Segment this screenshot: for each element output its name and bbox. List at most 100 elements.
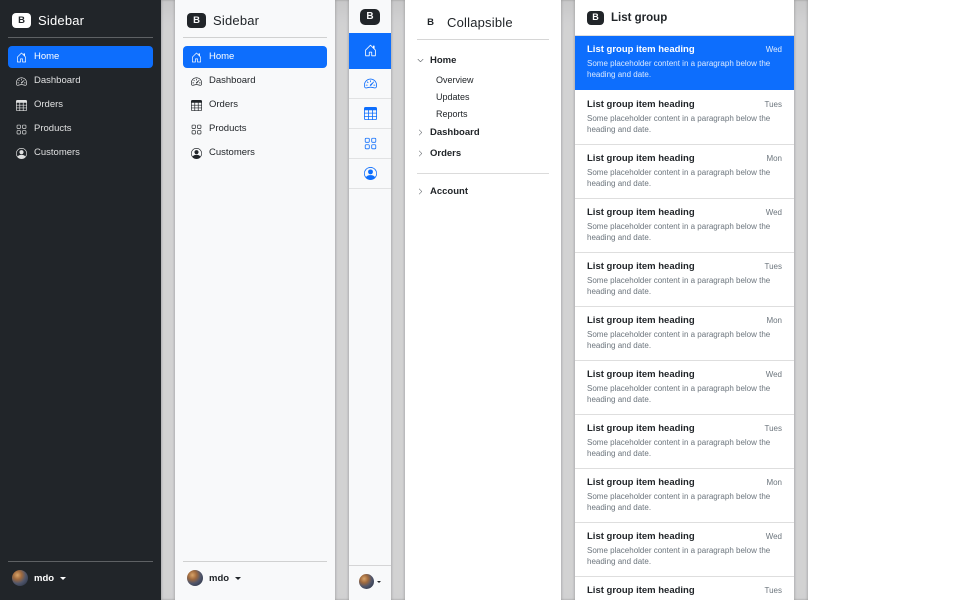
list-item-heading: List group item heading bbox=[587, 207, 695, 218]
list-item-heading: List group item heading bbox=[587, 153, 695, 164]
nav-item-label: Overview bbox=[436, 75, 474, 85]
list-item-day: Mon bbox=[766, 316, 782, 325]
list-group-item[interactable]: List group item heading Wed Some placeho… bbox=[575, 522, 794, 576]
sidebar-icon-item[interactable] bbox=[349, 99, 391, 129]
list-item-heading: List group item heading bbox=[587, 44, 695, 55]
list-item-day: Wed bbox=[766, 208, 782, 217]
brand-link-list-group[interactable]: B List group bbox=[575, 0, 794, 36]
brand-link-collapsible[interactable]: B Collapsible bbox=[417, 12, 549, 39]
list-item-day: Mon bbox=[766, 478, 782, 487]
list-group-item[interactable]: List group item heading Mon Some placeho… bbox=[575, 468, 794, 522]
list-item-day: Wed bbox=[766, 370, 782, 379]
list-item-day: Tues bbox=[765, 100, 783, 109]
nav-item-label: Dashboard bbox=[430, 127, 480, 138]
caret-down-icon bbox=[235, 577, 241, 583]
sidebar-item[interactable]: Home bbox=[183, 46, 327, 68]
sidebar-icon-item[interactable] bbox=[349, 129, 391, 159]
list-group-item[interactable]: List group item heading Tues Some placeh… bbox=[575, 414, 794, 468]
collapsible-nav-item[interactable]: Orders bbox=[417, 143, 549, 164]
speedometer-icon bbox=[191, 76, 202, 87]
list-item-header: List group item heading Wed bbox=[587, 44, 782, 55]
example-divider bbox=[391, 0, 405, 600]
caret-down-icon bbox=[60, 577, 66, 583]
list-item-day: Tues bbox=[765, 262, 783, 271]
list-group-item[interactable]: List group item heading Tues Some placeh… bbox=[575, 90, 794, 144]
bootstrap-logo-icon: B bbox=[12, 13, 31, 28]
example-divider bbox=[161, 0, 175, 600]
sidebar-item-label: Dashboard bbox=[34, 76, 80, 86]
sidebar-icon-item[interactable] bbox=[349, 33, 391, 69]
list-item-body: Some placeholder content in a paragraph … bbox=[587, 58, 779, 80]
list-item-day: Mon bbox=[766, 154, 782, 163]
chevron-right-icon bbox=[417, 188, 424, 195]
list-group-item[interactable]: List group item heading Wed Some placeho… bbox=[575, 36, 794, 90]
sidebar-item-label: Customers bbox=[34, 148, 80, 158]
sidebar-item[interactable]: Home bbox=[8, 46, 153, 68]
nav-item-label: Updates bbox=[436, 92, 470, 102]
person-circle-icon bbox=[16, 148, 27, 159]
bootstrap-sidebars-examples: B Sidebar Home Dashboard Orders Products bbox=[0, 0, 960, 600]
speedometer-icon bbox=[364, 77, 377, 90]
list-item-heading: List group item heading bbox=[587, 369, 695, 380]
sidebar-item-label: Products bbox=[34, 124, 72, 134]
list-item-body: Some placeholder content in a paragraph … bbox=[587, 167, 779, 189]
list-group-item[interactable]: List group item heading Tues Some placeh… bbox=[575, 252, 794, 306]
sidebar-item-label: Orders bbox=[209, 100, 238, 110]
brand-link-dark[interactable]: B Sidebar bbox=[8, 10, 153, 37]
list-group-item[interactable]: List group item heading Tues Some placeh… bbox=[575, 576, 794, 600]
collapsible-nav-item[interactable]: Overview bbox=[417, 71, 549, 88]
sidebar-item[interactable]: Dashboard bbox=[183, 70, 327, 92]
sidebar-item[interactable]: Orders bbox=[8, 94, 153, 116]
sidebar-item[interactable]: Dashboard bbox=[8, 70, 153, 92]
sidebar-item-label: Customers bbox=[209, 148, 255, 158]
list-item-heading: List group item heading bbox=[587, 261, 695, 272]
list-item-header: List group item heading Wed bbox=[587, 369, 782, 380]
sidebar-item[interactable]: Customers bbox=[183, 142, 327, 164]
user-avatar bbox=[359, 574, 374, 589]
list-group-item[interactable]: List group item heading Wed Some placeho… bbox=[575, 198, 794, 252]
sidebar-icons-only: B bbox=[349, 0, 391, 600]
user-name: mdo bbox=[209, 573, 229, 584]
sidebar-item[interactable]: Orders bbox=[183, 94, 327, 116]
sidebar-item-label: Home bbox=[34, 52, 59, 62]
sidebar-icon-item[interactable] bbox=[349, 159, 391, 189]
list-item-body: Some placeholder content in a paragraph … bbox=[587, 437, 779, 459]
sidebar-dark: B Sidebar Home Dashboard Orders Products bbox=[0, 0, 161, 600]
sidebar-item[interactable]: Customers bbox=[8, 142, 153, 164]
brand-link-light[interactable]: B Sidebar bbox=[183, 10, 327, 37]
collapsible-nav-item[interactable]: Account bbox=[417, 181, 549, 202]
sidebar-item[interactable]: Products bbox=[8, 118, 153, 140]
list-group-item[interactable]: List group item heading Mon Some placeho… bbox=[575, 144, 794, 198]
sidebar-item[interactable]: Products bbox=[183, 118, 327, 140]
collapsible-nav-item[interactable]: Updates bbox=[417, 88, 549, 105]
sidebar-item-label: Products bbox=[209, 124, 247, 134]
sidebar-list-group: B List group List group item heading Wed… bbox=[575, 0, 794, 600]
list-group-item[interactable]: List group item heading Mon Some placeho… bbox=[575, 306, 794, 360]
collapsible-nav-item[interactable]: Reports bbox=[417, 105, 549, 122]
collapsible-nav: Home Overview Updates Reports Dashboard … bbox=[417, 50, 549, 202]
sidebar-icon-item[interactable] bbox=[349, 69, 391, 99]
list-item-header: List group item heading Wed bbox=[587, 531, 782, 542]
brand-title: Sidebar bbox=[213, 13, 259, 28]
light-nav: Home Dashboard Orders Products Customers bbox=[183, 46, 327, 164]
sidebar-item-label: Dashboard bbox=[209, 76, 255, 86]
user-avatar bbox=[187, 570, 203, 586]
collapsible-nav-item[interactable]: Dashboard bbox=[417, 122, 549, 143]
list-group-item[interactable]: List group item heading Wed Some placeho… bbox=[575, 360, 794, 414]
bootstrap-logo-icon: B bbox=[421, 15, 440, 30]
table-icon bbox=[364, 107, 377, 120]
user-dropdown-toggle[interactable] bbox=[349, 565, 391, 600]
chevron-right-icon bbox=[417, 129, 424, 136]
icons-nav bbox=[349, 33, 391, 189]
speedometer-icon bbox=[16, 76, 27, 87]
brand-link-icons[interactable]: B bbox=[349, 0, 391, 33]
user-name: mdo bbox=[34, 573, 54, 584]
main-content-area bbox=[808, 0, 960, 600]
list-item-day: Tues bbox=[765, 424, 783, 433]
user-dropdown-toggle[interactable]: mdo bbox=[8, 561, 153, 590]
collapsible-nav-item[interactable]: Home bbox=[417, 50, 549, 71]
user-dropdown-toggle[interactable]: mdo bbox=[183, 561, 327, 590]
collapsible-section-divider bbox=[417, 173, 549, 174]
person-circle-icon bbox=[364, 167, 377, 180]
grid-icon bbox=[16, 124, 27, 135]
